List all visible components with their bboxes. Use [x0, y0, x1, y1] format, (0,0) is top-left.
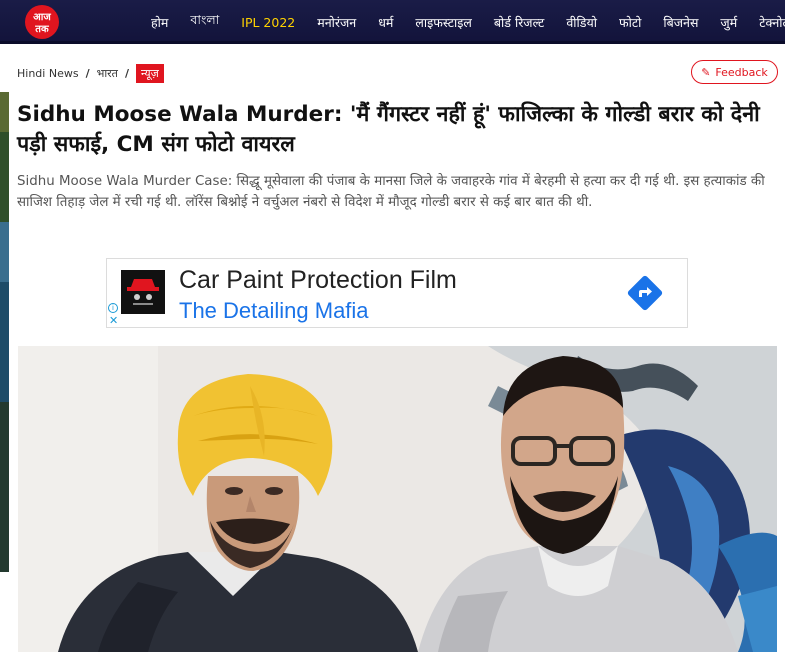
nav-item-business[interactable]: बिजनेस: [663, 14, 698, 31]
feedback-button[interactable]: ✎ Feedback: [691, 60, 778, 84]
nav-item-home[interactable]: होम: [151, 14, 168, 31]
breadcrumb-news-tag[interactable]: न्यूज़: [135, 64, 164, 83]
nav-item-lifestyle[interactable]: लाइफस्टाइल: [415, 14, 472, 31]
nav-item-technology[interactable]: टेक्नोलॉजी: [759, 14, 785, 31]
ad-info-icon[interactable]: i: [108, 303, 118, 313]
nav-item-photo[interactable]: फोटो: [619, 14, 641, 31]
nav-item-entertainment[interactable]: मनोरंजन: [317, 14, 356, 31]
svg-text:आज: आज: [33, 12, 51, 23]
ad-title[interactable]: Car Paint Protection Film: [179, 266, 457, 295]
pencil-icon: ✎: [701, 65, 711, 79]
feedback-label: Feedback: [715, 65, 768, 79]
article-summary: Sidhu Moose Wala Murder Case: सिद्धू मूस…: [17, 174, 765, 210]
close-icon[interactable]: ✕: [109, 315, 118, 326]
nav-item-board-result[interactable]: बोर्ड रिजल्ट: [494, 14, 544, 31]
side-background-image: [0, 92, 9, 572]
aajtak-logo[interactable]: आज तक: [20, 2, 68, 42]
advertisement[interactable]: Car Paint Protection Film The Detailing …: [106, 258, 688, 328]
main-menu: होम বাংলা IPL 2022 मनोरंजन धर्म लाइफस्टा…: [140, 0, 785, 44]
breadcrumb-hindi-news[interactable]: Hindi News: [17, 67, 79, 80]
nav-item-crime[interactable]: जुर्म: [720, 14, 737, 31]
ad-subtitle[interactable]: The Detailing Mafia: [179, 298, 369, 324]
nav-item-religion[interactable]: धर्म: [378, 14, 393, 31]
nav-bottom-border: [0, 41, 785, 44]
breadcrumb-separator: /: [124, 67, 129, 80]
breadcrumb: Hindi News / भारत / न्यूज़: [17, 64, 164, 83]
breadcrumb-separator: /: [85, 67, 90, 80]
ad-logo: [121, 270, 165, 314]
nav-item-bangla[interactable]: বাংলা: [190, 12, 219, 32]
nav-item-video[interactable]: वीडियो: [566, 14, 597, 31]
breadcrumb-bharat[interactable]: भारत: [97, 66, 118, 81]
top-navigation-bar: आज तक होम বাংলা IPL 2022 मनोरंजन धर्म ला…: [0, 0, 785, 44]
nav-item-ipl-2022[interactable]: IPL 2022: [241, 15, 295, 30]
article-headline: Sidhu Moose Wala Murder: 'मैं गैंगस्टर न…: [17, 102, 760, 157]
directions-arrow-icon[interactable]: [627, 275, 663, 311]
svg-text:तक: तक: [34, 24, 50, 35]
news-photo: [18, 346, 777, 652]
